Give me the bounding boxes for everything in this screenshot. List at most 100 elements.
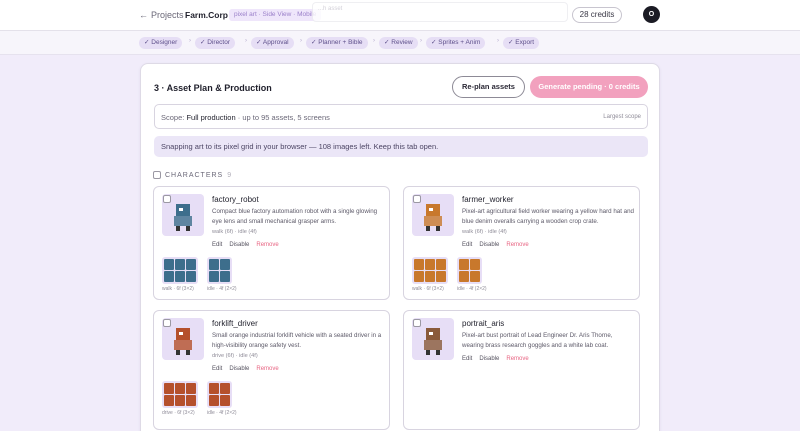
frame-grid (162, 257, 198, 284)
sprite-frame (436, 271, 446, 282)
asset-card: forklift_driver Small orange industrial … (153, 310, 390, 430)
top-bar: ← Projects Farm.Corp pixel art · Side Vi… (0, 0, 800, 31)
asset-select-checkbox[interactable] (163, 195, 171, 203)
asset-name: forklift_driver (212, 319, 258, 328)
asset-thumbnail (412, 194, 454, 236)
sprite-frame (175, 271, 185, 282)
frame-grid (162, 381, 198, 408)
sprite-frame (209, 395, 219, 406)
asset-plan-panel: 3 · Asset Plan & Production Re-plan asse… (140, 63, 660, 431)
sprite-frame (470, 271, 480, 282)
arrow-left-icon: ← (139, 10, 148, 20)
asset-thumbnail (162, 318, 204, 360)
generate-pending-button[interactable]: Generate pending · 0 credits (530, 76, 648, 98)
frame-grid (457, 257, 482, 284)
strip-caption: idle · 4f (2×2) (207, 410, 237, 416)
chevron-right-icon: › (497, 38, 499, 44)
frame-grid (412, 257, 448, 284)
chevron-right-icon: › (189, 38, 191, 44)
sprite-strip: idle · 4f (2×2) (457, 257, 487, 292)
remove-button[interactable]: Remove (256, 366, 278, 372)
sprite-frame (470, 259, 480, 270)
sprite-frame (209, 271, 219, 282)
panel-title: 3 · Asset Plan & Production (154, 83, 272, 93)
asset-actions: Edit Disable Remove (212, 242, 279, 248)
asset-description: Small orange industrial forklift vehicle… (212, 332, 382, 349)
asset-animations: drive (6f) · idle (4f) (212, 353, 258, 359)
disable-button[interactable]: Disable (229, 366, 249, 372)
scope-detail: · up to 95 assets, 5 screens (237, 113, 330, 122)
sprite-frame (220, 271, 230, 282)
step-director[interactable]: ✓ Director (195, 37, 236, 49)
edit-button[interactable]: Edit (462, 356, 472, 362)
asset-actions: Edit Disable Remove (462, 242, 529, 248)
step-label: Sprites + Anim (438, 39, 481, 46)
edit-button[interactable]: Edit (462, 242, 472, 248)
asset-name: factory_robot (212, 195, 259, 204)
scope-value: Full production (186, 113, 236, 122)
step-label: Director (207, 39, 231, 46)
step-export[interactable]: ✓ Export (503, 37, 540, 49)
sprite-strip: idle · 4f (2×2) (207, 381, 237, 416)
step-approval[interactable]: ✓ Approval (251, 37, 294, 49)
disable-button[interactable]: Disable (479, 242, 499, 248)
step-label: Review (391, 39, 413, 46)
remove-button[interactable]: Remove (256, 242, 278, 248)
chevron-right-icon: › (420, 38, 422, 44)
search-input[interactable]: ...h asset (312, 2, 568, 22)
credits-badge[interactable]: 28 credits (572, 7, 622, 23)
step-planner-bible[interactable]: ✓ Planner + Bible (306, 37, 368, 49)
strip-caption: idle · 4f (2×2) (207, 286, 237, 292)
sprite-frame (459, 259, 469, 270)
asset-description: Pixel-art agricultural field worker wear… (462, 208, 634, 225)
sprite-frame (220, 259, 230, 270)
sprite-frame (414, 259, 424, 270)
replan-assets-button[interactable]: Re-plan assets (452, 76, 525, 98)
sprite-frame (186, 395, 196, 406)
asset-description: Compact blue factory automation robot wi… (212, 208, 378, 225)
edit-button[interactable]: Edit (212, 366, 222, 372)
sprite-frame (209, 259, 219, 270)
step-designer[interactable]: ✓ Designer (139, 37, 183, 49)
sprite-frame (425, 259, 435, 270)
sprite-frame (425, 271, 435, 282)
asset-description: Pixel-art bust portrait of Lead Engineer… (462, 332, 613, 349)
scope-selector[interactable]: Scope: Full production · up to 95 assets… (154, 104, 648, 129)
check-icon: ✓ (256, 39, 263, 46)
chevron-right-icon: › (373, 38, 375, 44)
back-to-projects-link[interactable]: ← Projects (139, 10, 184, 20)
user-avatar[interactable]: O (643, 6, 660, 23)
sprite-frame (220, 383, 230, 394)
asset-actions: Edit Disable Remove (212, 366, 279, 372)
remove-button[interactable]: Remove (506, 242, 528, 248)
asset-select-checkbox[interactable] (163, 319, 171, 327)
step-sprites-anim[interactable]: ✓ Sprites + Anim (426, 37, 486, 49)
asset-thumbnail (412, 318, 454, 360)
strip-caption: idle · 4f (2×2) (457, 286, 487, 292)
asset-actions: Edit Disable Remove (462, 356, 529, 362)
sprite-strip: idle · 4f (2×2) (207, 257, 237, 292)
sprite-frame (175, 383, 185, 394)
asset-select-checkbox[interactable] (413, 319, 421, 327)
step-label: Export (515, 39, 535, 46)
section-label: CHARACTERS (165, 171, 224, 179)
sprite-strip: walk · 6f (3×2) (412, 257, 448, 292)
sprite-frame (164, 395, 174, 406)
step-label: Planner + Bible (318, 39, 363, 46)
sprite-frame (220, 395, 230, 406)
frame-grid (207, 381, 232, 408)
edit-button[interactable]: Edit (212, 242, 222, 248)
step-review[interactable]: ✓ Review (379, 37, 418, 49)
sprite-frame (436, 259, 446, 270)
disable-button[interactable]: Disable (479, 356, 499, 362)
section-count: 9 (227, 171, 232, 179)
disable-button[interactable]: Disable (229, 242, 249, 248)
asset-select-checkbox[interactable] (413, 195, 421, 203)
remove-button[interactable]: Remove (506, 356, 528, 362)
select-all-checkbox[interactable] (153, 171, 161, 179)
sprite-strip: walk · 6f (3×2) (162, 257, 198, 292)
back-label: Projects (151, 10, 184, 20)
sprite-frame (175, 259, 185, 270)
strip-caption: walk · 6f (3×2) (162, 286, 194, 292)
characters-section-header: CHARACTERS 9 (153, 171, 231, 179)
